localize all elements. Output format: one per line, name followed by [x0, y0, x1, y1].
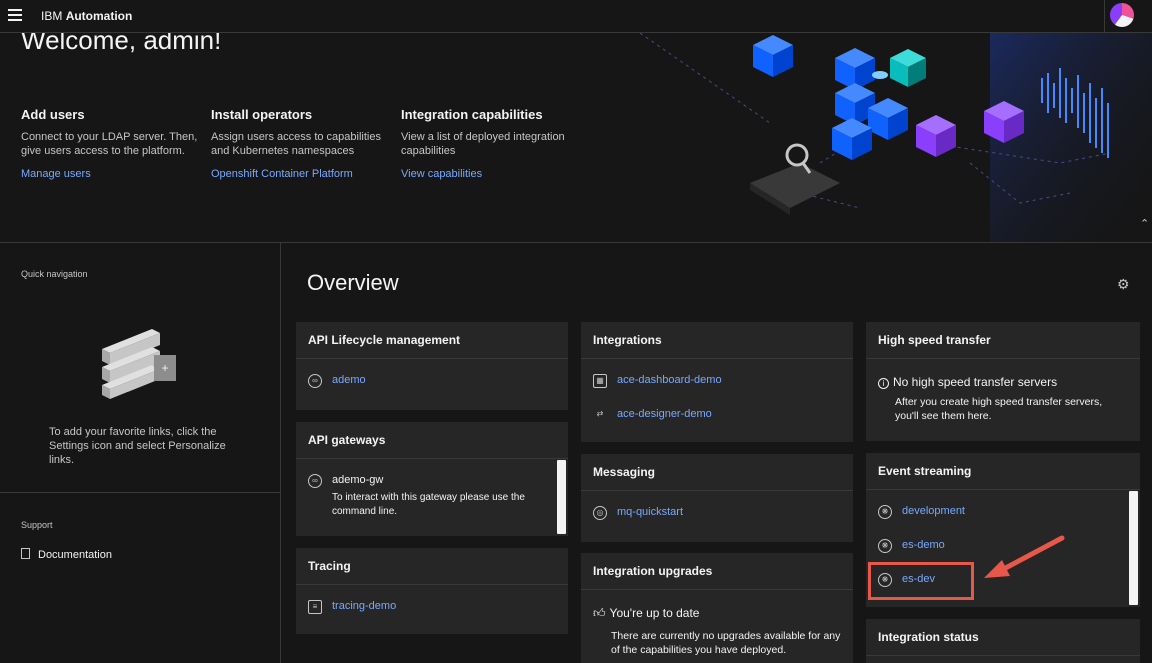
api-icon: ∞	[308, 374, 322, 388]
support-label: Support	[21, 520, 53, 530]
section-title: Add users	[21, 107, 85, 122]
welcome-title: Welcome, admin!	[21, 33, 222, 55]
hero-illustration	[640, 33, 1152, 242]
card-title: High speed transfer	[866, 322, 1140, 359]
list-item: ≡ tracing-demo	[296, 591, 568, 625]
settings-gear-icon[interactable]: ⚙	[1117, 276, 1130, 293]
sidebar: Quick navigation + To add your favorite …	[0, 243, 281, 663]
integration-status-card: Integration status	[866, 619, 1140, 663]
welcome-banner: Welcome, admin! Add users Connect to you…	[0, 33, 1152, 243]
server-illustration-icon: +	[102, 329, 176, 399]
info-icon: i	[878, 378, 889, 389]
scrollbar[interactable]	[557, 460, 566, 534]
list-item: ⇄ ace-designer-demo	[581, 399, 853, 433]
gateway-icon: ∞	[308, 474, 322, 488]
tracing-icon: ≡	[308, 600, 322, 614]
quick-nav-empty-text: To add your favorite links, click the Se…	[49, 426, 226, 466]
high-speed-status: i No high speed transfer servers	[866, 375, 1140, 389]
card-title: Messaging	[581, 454, 853, 491]
list-item: ◎ mq-quickstart	[581, 497, 853, 531]
list-item: ▦ ace-dashboard-demo	[581, 365, 853, 399]
divider	[0, 492, 280, 493]
messaging-icon: ◎	[593, 506, 607, 520]
dashboard-icon: ▦	[593, 374, 607, 388]
card-title: API Lifecycle management	[296, 322, 568, 359]
document-icon	[21, 548, 30, 559]
gateway-note: To interact with this gateway please use…	[332, 492, 525, 517]
svg-text:+: +	[161, 361, 168, 375]
upgrade-status: 👍︎ You're up to date	[593, 606, 700, 620]
gateway-item: ∞ ademo-gw	[296, 459, 568, 488]
list-item: ∞ ademo	[296, 365, 568, 399]
user-avatar-icon	[1110, 3, 1134, 27]
tracing-card: Tracing ≡ tracing-demo	[296, 548, 568, 634]
openshift-link[interactable]: Openshift Container Platform	[211, 168, 391, 180]
ace-dashboard-demo-link[interactable]: ace-dashboard-demo	[617, 374, 722, 386]
upgrade-note: There are currently no upgrades availabl…	[611, 630, 841, 656]
scrollbar[interactable]	[1129, 491, 1138, 605]
card-title: Integration upgrades	[581, 553, 853, 590]
list-item: ❋ development	[866, 496, 1140, 530]
card-title: Integrations	[581, 322, 853, 359]
integrations-card: Integrations ▦ ace-dashboard-demo ⇄ ace-de…	[581, 322, 853, 442]
integration-upgrades-card: Integration upgrades 👍︎ You're up to date…	[581, 553, 853, 663]
development-link[interactable]: development	[902, 505, 965, 517]
brand-title[interactable]: IBM Automation	[41, 9, 132, 23]
designer-icon: ⇄	[596, 409, 604, 418]
collapse-icon[interactable]: ⌃	[1140, 217, 1149, 230]
card-title: API gateways	[296, 422, 568, 459]
section-title: Integration capabilities	[401, 107, 543, 122]
api-lifecycle-card: API Lifecycle management ∞ ademo	[296, 322, 568, 410]
tracing-demo-link[interactable]: tracing-demo	[332, 600, 396, 612]
avatar[interactable]	[1104, 0, 1137, 33]
card-title: Event streaming	[866, 453, 1140, 490]
install-operators-section: Install operators Assign users access to…	[211, 107, 391, 180]
high-speed-transfer-card: High speed transfer i No high speed trans…	[866, 322, 1140, 441]
view-capabilities-link[interactable]: View capabilities	[401, 168, 581, 180]
manage-users-link[interactable]: Manage users	[21, 168, 201, 180]
highlight-box	[868, 562, 974, 600]
card-title: Tracing	[296, 548, 568, 585]
event-stream-icon: ❋	[878, 539, 892, 553]
annotation-arrow-icon	[984, 535, 1065, 578]
ace-designer-demo-link[interactable]: ace-designer-demo	[617, 408, 712, 420]
event-stream-icon: ❋	[878, 505, 892, 519]
ademo-link[interactable]: ademo	[332, 374, 366, 386]
high-speed-note: After you create high speed transfer ser…	[895, 396, 1103, 422]
thumbs-up-icon: 👍︎	[593, 606, 606, 620]
add-users-section: Add users Connect to your LDAP server. T…	[21, 107, 201, 180]
mq-quickstart-link[interactable]: mq-quickstart	[617, 506, 683, 518]
menu-icon[interactable]	[8, 9, 22, 23]
api-gateways-card: API gateways ∞ ademo-gw To interact with …	[296, 422, 568, 536]
top-header: IBM Automation	[0, 0, 1152, 33]
documentation-link[interactable]: Documentation	[21, 548, 112, 561]
overview-title: Overview	[307, 270, 399, 295]
card-title: Integration status	[866, 619, 1140, 656]
messaging-card: Messaging ◎ mq-quickstart	[581, 454, 853, 542]
es-demo-link[interactable]: es-demo	[902, 539, 945, 551]
integration-capabilities-section: Integration capabilities View a list of …	[401, 107, 581, 180]
section-title: Install operators	[211, 107, 313, 122]
quick-navigation-label: Quick navigation	[21, 269, 88, 279]
